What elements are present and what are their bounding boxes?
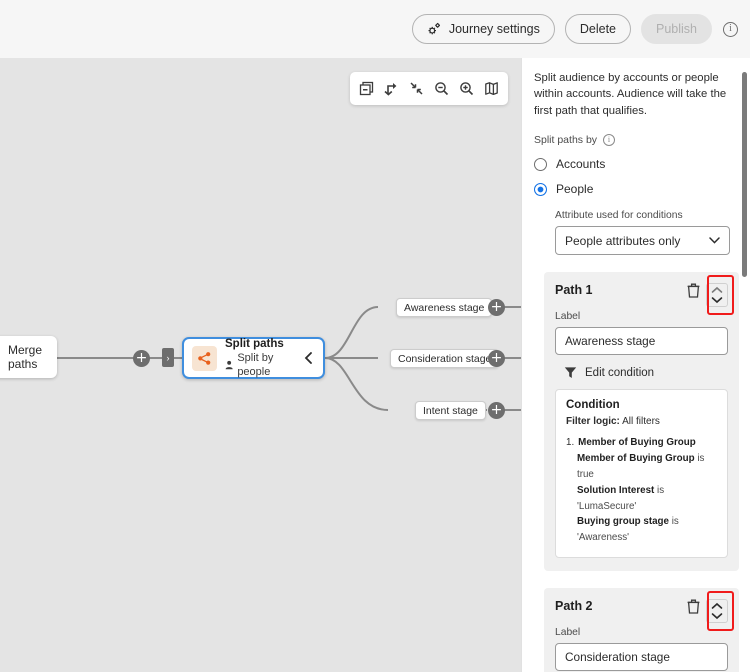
filter-icon [564,367,577,379]
add-step-plus-button-intent[interactable]: + [488,402,505,419]
gear-icon [428,22,440,35]
plus-glyph: + [490,350,503,366]
branch-chip-consideration[interactable]: Consideration stage [390,349,500,368]
delete-path-icon[interactable] [687,599,700,619]
reorder-path-control-2[interactable] [706,599,728,624]
panel-scroll-area[interactable]: Split audience by accounts or people wit… [522,58,750,672]
attribute-select-value: People attributes only [565,233,681,248]
publish-info-icon[interactable]: i [723,21,738,37]
path-card-2-header: Path 2 [555,591,734,632]
panel-description: Split audience by accounts or people wit… [534,72,727,117]
chevron-down-icon [709,237,720,244]
condition-title-1: Condition [566,399,620,412]
condition-number-1: 1. [566,437,575,449]
attribute-select[interactable]: People attributes only [555,226,730,256]
move-path-up-icon[interactable] [711,286,723,294]
split-paths-by-label: Split paths by [534,134,598,147]
path-label-input-2[interactable]: Consideration stage [555,643,728,672]
condition-group-head-1: 1. Member of Buying Group [566,435,717,451]
journey-canvas[interactable]: Merge paths + › Split paths Split by peo… [0,58,521,672]
attribute-field: Attribute used for conditions People att… [555,210,736,256]
split-node-text: Split paths Split by people [225,337,304,380]
path-label-caption-2: Label [555,627,581,639]
branch-chip-intent[interactable]: Intent stage [415,401,486,420]
radio-option-accounts[interactable]: Accounts [534,157,736,171]
split-paths-settings-panel: Split audience by accounts or people wit… [521,58,750,672]
path-label-caption-1: Label [555,311,581,323]
filter-logic-row-1: Filter logic: All filters [566,416,717,427]
branch-chip-awareness[interactable]: Awareness stage [396,298,493,317]
condition-rule-attr: Solution Interest [577,484,655,496]
split-node-subtitle-row: Split by people [225,351,304,379]
condition-rule-attr: Buying group stage [577,516,669,528]
split-node-title: Split paths [225,337,284,350]
path-card-1-title: Path 1 [555,283,593,298]
attribute-caption: Attribute used for conditions [555,210,683,222]
branch-chip-label: Consideration stage [398,352,492,365]
add-step-plus-button-awareness[interactable]: + [488,299,505,316]
move-path-up-icon[interactable] [711,602,723,610]
edit-condition-button-1[interactable]: Edit condition [564,366,728,379]
split-paths-node[interactable]: Split paths Split by people [182,337,325,379]
share-icon [192,345,217,371]
condition-rule: Member of Buying Group is true [577,451,717,483]
reorder-path-control-1[interactable] [706,283,728,308]
filter-logic-key-1: Filter logic: [566,416,620,428]
path-label-input-1[interactable]: Awareness stage [555,327,728,356]
top-toolbar: Journey settings Delete Publish i [0,0,750,58]
condition-rule: Solution Interest is 'LumaSecure' [577,483,717,515]
delete-button[interactable]: Delete [564,14,631,44]
panel-scrollbar[interactable] [742,72,747,277]
delete-path-icon[interactable] [687,283,700,303]
journey-settings-label: Journey settings [448,22,540,36]
branch-chip-label: Awareness stage [404,301,485,314]
split-paths-by-label-row: Split paths by i [534,134,736,147]
plus-glyph: + [490,299,503,315]
chevron-left-icon[interactable] [304,352,313,364]
person-icon [225,361,233,370]
path-card-2: Path 2 Label Consideration stage [544,588,739,672]
journey-builder-screen: Journey settings Delete Publish i Merge … [0,0,750,672]
move-path-down-icon[interactable] [711,296,723,304]
publish-label: Publish [656,22,697,36]
merge-paths-label: Merge paths [8,343,43,371]
radio-accounts-indicator [534,157,547,171]
add-step-plus-button[interactable]: + [133,350,150,367]
path-card-1-header: Path 1 [555,275,734,316]
radio-option-people[interactable]: People [534,182,736,196]
split-paths-by-info-icon[interactable]: i [603,134,616,147]
condition-rule-attr: Member of Buying Group [577,452,695,464]
publish-button[interactable]: Publish [641,14,712,44]
radio-accounts-label: Accounts [556,157,606,172]
condition-rule: Buying group stage is 'Awareness' [577,514,717,546]
journey-settings-button[interactable]: Journey settings [411,14,555,44]
radio-people-indicator [534,182,547,196]
path-card-1: Path 1 Label Awareness stage Edit condit… [544,272,739,572]
edit-condition-label-1: Edit condition [585,366,655,379]
condition-rules-1: 1. Member of Buying Group Member of Buyi… [566,435,717,546]
split-node-subtitle: Split by people [237,352,274,379]
filter-logic-value-1: All filters [622,416,660,428]
expand-branch-toggle[interactable]: › [162,348,174,367]
condition-box-1: Condition Filter logic: All filters 1. M… [555,389,728,559]
path-card-2-title: Path 2 [555,599,593,614]
path-label-value-1: Awareness stage [565,334,656,349]
branch-chip-label: Intent stage [423,404,478,417]
condition-group-name-1: Member of Buying Group [578,437,696,449]
add-step-plus-button-consideration[interactable]: + [488,350,505,367]
plus-glyph: + [490,402,503,418]
path-label-value-2: Consideration stage [565,650,670,665]
plus-glyph: + [135,350,148,366]
chevron-right-icon: › [166,352,170,363]
delete-label: Delete [579,22,616,36]
merge-paths-node[interactable]: Merge paths [0,336,57,378]
move-path-down-icon[interactable] [711,612,723,620]
radio-people-label: People [556,182,594,197]
